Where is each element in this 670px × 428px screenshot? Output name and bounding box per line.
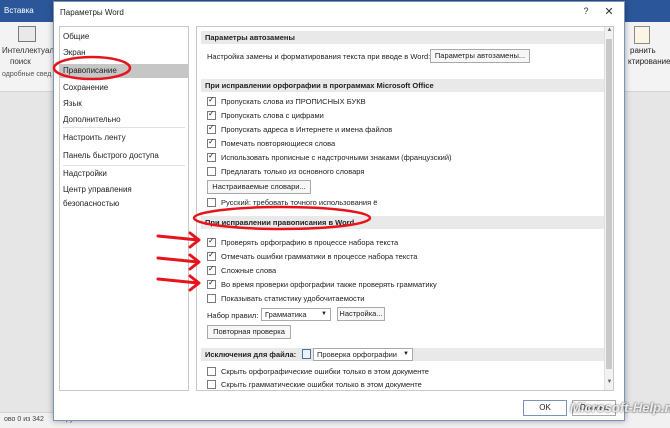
french-accents-label: Использовать прописные с надстрочными зн… [221,153,452,162]
nav-item-display[interactable]: Экран [60,46,188,60]
protect-label: ранить [630,46,656,55]
main-dictionary-only-checkbox[interactable] [207,167,216,176]
nav-item-save[interactable]: Сохранение [60,81,188,95]
nav-item-general[interactable]: Общие [60,30,188,44]
recheck-document-button[interactable]: Повторная проверка [207,325,291,339]
check-grammar-with-spelling-label: Во время проверки орфографии также прове… [221,280,437,289]
nav-item-trust-center[interactable]: Центр управления безопасностью [60,183,188,208]
proofing-panel: Параметры автозамены Настройка замены и … [196,26,614,391]
nav-item-proofing[interactable]: Правописание [60,64,188,78]
hide-spelling-errors-checkbox[interactable] [207,367,216,376]
exceptions-file-value: Проверка орфографии [317,350,397,359]
flag-repeated-words-checkbox[interactable] [207,137,216,148]
autocorrect-description: Настройка замены и форматирования текста… [207,52,431,61]
ignore-uppercase-checkbox[interactable] [207,95,216,106]
section-office-spelling-header: При исправлении орфографии в программах … [201,79,605,92]
hide-spelling-errors-label: Скрыть орфографические ошибки только в э… [221,367,429,376]
confusable-words-checkbox[interactable] [207,264,216,275]
editing-label: ктирование [628,57,670,66]
scroll-thumb[interactable] [606,39,612,369]
french-accents-checkbox[interactable] [207,151,216,162]
smart-lookup-icon [18,26,36,42]
tab-insert[interactable]: Вставка [4,6,34,15]
autocorrect-options-button[interactable]: Параметры автозамены... [430,49,530,63]
readability-stats-label: Показывать статистику удобочитаемости [221,294,365,303]
check-grammar-with-spelling-checkbox[interactable] [207,278,216,289]
ignore-uppercase-label: Пропускать слова из ПРОПИСНЫХ БУКВ [221,97,366,106]
watermark: Microsoft-Help.ru [570,400,670,415]
ignore-urls-checkbox[interactable] [207,123,216,134]
close-icon[interactable]: ✕ [602,5,616,19]
word-count: ово 0 из 342 [4,416,44,423]
section-autocorrect-header: Параметры автозамены [201,31,605,44]
scroll-up-icon[interactable]: ▲ [605,27,613,37]
writing-style-dropdown[interactable]: Грамматика ▼ [261,308,331,321]
custom-dictionaries-button[interactable]: Настраиваемые словари... [207,180,311,194]
nav-item-addins[interactable]: Надстройки [60,167,188,181]
russian-yo-checkbox[interactable] [207,198,216,207]
smart-lookup-label-2: поиск [10,57,31,66]
document-icon [302,349,311,359]
writing-style-label: Набор правил: [207,311,259,320]
grammar-settings-button[interactable]: Настройка... [337,307,385,321]
main-dictionary-only-label: Предлагать только из основного словаря [221,167,365,176]
exceptions-label: Исключения для файла: [205,350,297,359]
nav-divider [63,127,185,128]
nav-item-quick-access-toolbar[interactable]: Панель быстрого доступа [60,149,188,163]
mark-grammar-errors-checkbox[interactable] [207,250,216,261]
hide-grammar-errors-label: Скрыть грамматические ошибки только в эт… [221,380,422,389]
writing-style-value: Грамматика [265,310,307,319]
document-lock-icon [634,26,650,44]
section-word-spelling-header: При исправлении правописания в Word [201,216,605,229]
scroll-down-icon[interactable]: ▼ [605,379,613,389]
russian-yo-label: Русский: требовать точного использования… [221,198,378,207]
dialog-title: Параметры Word [60,8,124,17]
nav-item-advanced[interactable]: Дополнительно [60,113,188,127]
ignore-numbers-label: Пропускать слова с цифрами [221,111,324,120]
nav-item-language[interactable]: Язык [60,97,188,111]
help-icon[interactable]: ? [579,6,593,18]
dialog-titlebar: Параметры Word ? ✕ [54,2,624,22]
nav-divider [63,165,185,166]
word-options-dialog: Параметры Word ? ✕ Общие Экран Правописа… [53,1,625,421]
vertical-scrollbar[interactable]: ▲ ▼ [604,27,613,390]
check-spelling-as-type-label: Проверять орфографию в процессе набора т… [221,238,399,247]
ignore-numbers-checkbox[interactable] [207,109,216,120]
exceptions-file-dropdown[interactable]: Проверка орфографии ▼ [313,348,413,361]
check-spelling-as-type-checkbox[interactable] [207,236,216,247]
mark-grammar-errors-label: Отмечать ошибки грамматики в процессе на… [221,252,418,261]
hide-grammar-errors-checkbox[interactable] [207,380,216,389]
ok-button[interactable]: OK [523,400,567,416]
confusable-words-label: Сложные слова [221,266,277,275]
flag-repeated-words-label: Помечать повторяющиеся слова [221,139,336,148]
chevron-down-icon: ▼ [321,311,327,317]
readability-stats-checkbox[interactable] [207,294,216,303]
nav-item-customize-ribbon[interactable]: Настроить ленту [60,131,188,145]
insights-label: одробные свед [2,71,52,78]
ignore-urls-label: Пропускать адреса в Интернете и имена фа… [221,125,393,134]
chevron-down-icon: ▼ [403,351,409,357]
options-nav: Общие Экран Правописание Сохранение Язык… [59,26,189,391]
